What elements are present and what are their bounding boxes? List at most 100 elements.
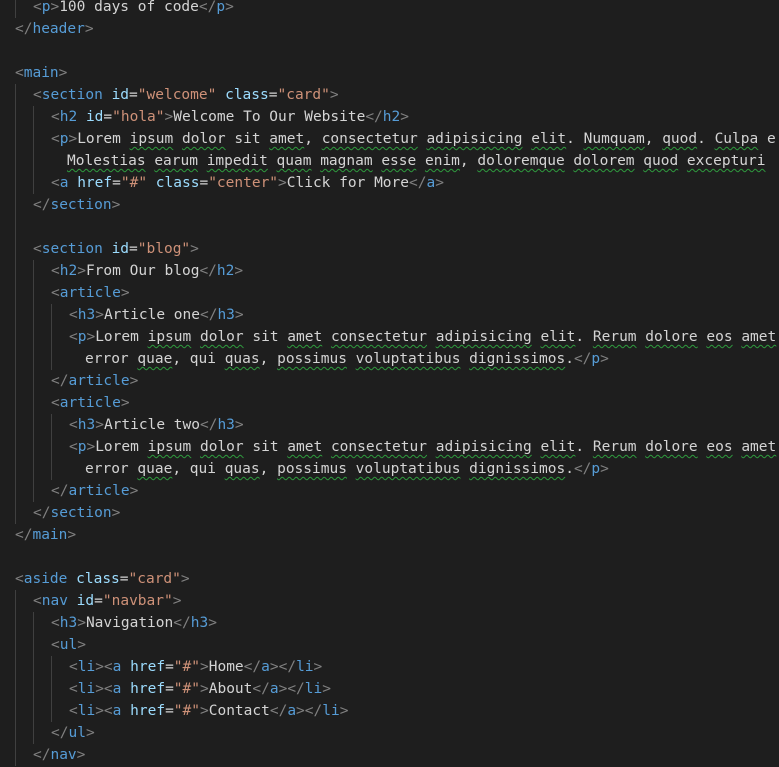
- tag-name: li: [296, 659, 314, 675]
- tag-name: header: [32, 21, 85, 37]
- text-content: .: [697, 131, 715, 147]
- tag-name: nav: [41, 593, 68, 609]
- code-line[interactable]: <li><a href="#">Contact</a></li>: [0, 700, 779, 722]
- indent-guide: [15, 612, 16, 634]
- tag-bracket: >: [600, 351, 609, 367]
- code-line[interactable]: <article>: [0, 282, 779, 304]
- code-line[interactable]: <main>: [0, 62, 779, 84]
- code-text: <h2>From Our blog</h2>: [51, 260, 243, 282]
- code-text: </article>: [51, 480, 138, 502]
- code-line[interactable]: <p>Lorem ipsum dolor sit amet consectetu…: [0, 326, 779, 348]
- tag-bracket: </: [33, 505, 51, 521]
- indent-guide: [33, 678, 34, 700]
- tag-bracket: <: [33, 593, 42, 609]
- equals-sign: =: [94, 593, 103, 609]
- text-content: [103, 241, 112, 257]
- code-line[interactable]: <p>100 days of code</p>: [0, 0, 779, 18]
- tag-bracket: </: [198, 0, 217, 15]
- text-content: error: [85, 351, 138, 367]
- tag-bracket: >: [77, 637, 86, 653]
- code-line[interactable]: [0, 40, 779, 62]
- indent-guide: [15, 480, 16, 502]
- tag-bracket: >: [77, 615, 86, 631]
- indent-guide: [33, 282, 34, 304]
- text-content: .: [566, 131, 584, 147]
- tag-bracket: >: [200, 659, 209, 675]
- tag-bracket: <: [51, 615, 60, 631]
- indent-guide: [51, 700, 52, 722]
- tag-name: section: [41, 87, 103, 103]
- code-text: </main>: [15, 524, 76, 546]
- spellcheck-word: amet: [287, 329, 323, 345]
- indent-guide: [33, 260, 34, 282]
- code-line[interactable]: <article>: [0, 392, 779, 414]
- code-line[interactable]: <p>Lorem ipsum dolor sit amet, consectet…: [0, 128, 779, 150]
- tag-bracket: >: [76, 747, 86, 763]
- code-line[interactable]: [0, 216, 779, 238]
- spellcheck-word: quae: [137, 461, 173, 477]
- indent-guide: [15, 106, 16, 128]
- tag-name: a: [261, 659, 270, 675]
- tag-name: p: [591, 351, 601, 367]
- code-editor[interactable]: <p>100 days of code</p> </header> <main> <s…: [0, 0, 779, 766]
- spellcheck-word: dolore: [645, 329, 698, 345]
- code-line[interactable]: <h3>Navigation</h3>: [0, 612, 779, 634]
- code-line[interactable]: <section id="blog">: [0, 238, 779, 260]
- spellcheck-word: possimus: [277, 461, 347, 477]
- code-line[interactable]: <aside class="card">: [0, 568, 779, 590]
- code-line[interactable]: <p>Lorem ipsum dolor sit amet consectetu…: [0, 436, 779, 458]
- spellcheck-word: eos: [706, 329, 733, 345]
- spellcheck-word: Numquam: [583, 131, 645, 147]
- code-line[interactable]: <h2 id="hola">Welcome To Our Website</h2…: [0, 106, 779, 128]
- code-text: <main>: [15, 62, 67, 84]
- code-line[interactable]: <section id="welcome" class="card">: [0, 84, 779, 106]
- spellcheck-word: doloremque: [477, 153, 565, 169]
- code-line[interactable]: </main>: [0, 524, 779, 546]
- code-line[interactable]: <h3>Article two</h3>: [0, 414, 779, 436]
- tag-bracket: >: [120, 285, 130, 301]
- code-line[interactable]: </ul>: [0, 722, 779, 744]
- equals-sign: =: [103, 109, 113, 125]
- tag-bracket: </: [33, 747, 51, 763]
- tag-bracket: >: [86, 439, 96, 455]
- code-line[interactable]: [0, 546, 779, 568]
- tag-name: h3: [217, 417, 235, 433]
- code-text: error quae, qui quas, possimus voluptati…: [85, 458, 609, 480]
- code-line[interactable]: </article>: [0, 370, 779, 392]
- tag-bracket: ><: [95, 681, 113, 697]
- code-line[interactable]: <li><a href="#">Home</a></li>: [0, 656, 779, 678]
- equals-sign: =: [165, 659, 174, 675]
- code-line[interactable]: </section>: [0, 502, 779, 524]
- tag-name: h2: [59, 109, 78, 125]
- spellcheck-word: eos: [706, 439, 733, 455]
- indent-guide: [51, 348, 52, 370]
- tag-bracket: </: [269, 703, 288, 719]
- code-line[interactable]: <li><a href="#">About</a></li>: [0, 678, 779, 700]
- indent-guide: [15, 326, 16, 348]
- attribute-value: "card": [128, 571, 181, 587]
- text-content: ,: [259, 461, 278, 477]
- code-line[interactable]: <ul>: [0, 634, 779, 656]
- code-line[interactable]: error quae, qui quas, possimus voluptati…: [0, 458, 779, 480]
- text-content: [121, 659, 130, 675]
- tag-name: a: [426, 175, 436, 191]
- text-content: [147, 175, 156, 191]
- code-line[interactable]: <h3>Article one</h3>: [0, 304, 779, 326]
- indent-guide: [33, 458, 34, 480]
- code-line[interactable]: </section>: [0, 194, 779, 216]
- code-line[interactable]: </article>: [0, 480, 779, 502]
- code-line[interactable]: <a href="#" class="center">Click for Mor…: [0, 172, 779, 194]
- attribute-value: "#": [173, 659, 200, 675]
- tag-bracket: >: [111, 505, 121, 521]
- code-line[interactable]: error quae, qui quas, possimus voluptati…: [0, 348, 779, 370]
- tag-bracket: >: [225, 0, 234, 15]
- code-line[interactable]: </header>: [0, 18, 779, 40]
- text-content: [678, 153, 687, 169]
- text-content: [68, 593, 77, 609]
- tag-bracket: >: [164, 109, 174, 125]
- code-line[interactable]: Molestias earum impedit quam magnam esse…: [0, 150, 779, 172]
- code-line[interactable]: <nav id="navbar">: [0, 590, 779, 612]
- code-line[interactable]: </nav>: [0, 744, 779, 766]
- tag-bracket: >: [129, 373, 139, 389]
- code-line[interactable]: <h2>From Our blog</h2>: [0, 260, 779, 282]
